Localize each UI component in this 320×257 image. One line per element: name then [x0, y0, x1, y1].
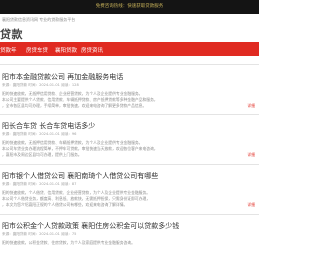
read-more-link-3[interactable]: 详细 — [247, 202, 255, 208]
divider — [0, 214, 259, 215]
article-meta-2: 来源：襄阳贷款 时间：2024-01-01 阅读：96 — [2, 132, 77, 136]
article-title-2[interactable]: 阳长合车贷 长合车贷电话多少 — [2, 121, 95, 131]
article-meta-1: 来源：襄阳贷款 时间：2024-01-01 阅读：128 — [2, 83, 79, 87]
top-bar-text: 免费咨询热线：快速获取贷款服务 — [95, 4, 164, 9]
site-tagline: 襄阳贷款信息资讯网 专业的贷款服务平台 — [2, 17, 76, 22]
divider — [0, 64, 259, 65]
article-title-3[interactable]: 阳市银个人借贷公司 襄阳南琦个人借贷公司有哪些 — [2, 171, 158, 181]
main-nav: 贷款年 房贷车贷 襄阳贷款 房贷资讯 — [0, 42, 259, 56]
article-title-1[interactable]: 阳市本金融贷款公司 再加金融服务电话 — [2, 72, 123, 82]
top-bar: 免费咨询热线：快速获取贷款服务 — [0, 0, 259, 14]
article-meta-4: 来源：襄阳贷款 时间：2024-01-01 阅读：75 — [2, 232, 77, 236]
read-more-link-2[interactable]: 详细 — [247, 152, 255, 158]
divider — [0, 114, 259, 115]
article-excerpt-line: 阳的快速放款，公积金贷款、住房贷款，为个人及家庭提供专业金融服务咨询。 — [2, 240, 135, 245]
article-title-4[interactable]: 阳市公积金个人贷款政策 襄阳住房公积金可以贷款多少钱 — [2, 221, 179, 231]
nav-item-4[interactable]: 房贷资讯 — [81, 46, 103, 54]
site-logo[interactable]: 贷款 — [0, 26, 23, 42]
read-more-link-1[interactable]: 详细 — [247, 103, 255, 109]
article-meta-3: 来源：襄阳贷款 时间：2024-01-01 阅读：87 — [2, 182, 77, 186]
nav-item-3[interactable]: 襄阳贷款 — [55, 46, 77, 54]
article-excerpt-line: ，襄阳市及周边区县均可办理，提供上门服务。 — [2, 152, 82, 157]
nav-item-1[interactable]: 贷款年 — [0, 46, 17, 54]
divider — [0, 164, 259, 165]
nav-item-2[interactable]: 房贷车贷 — [26, 46, 48, 54]
article-excerpt-line: ，全市各区县均可办理，手续简单，审批快速，欢迎来电咨询了解更多贷款产品信息。 — [2, 103, 147, 108]
article-excerpt-line: ，本文为您介绍襄阳正规的个人借贷公司有哪些，欢迎来电咨询了解详情。 — [2, 202, 128, 207]
